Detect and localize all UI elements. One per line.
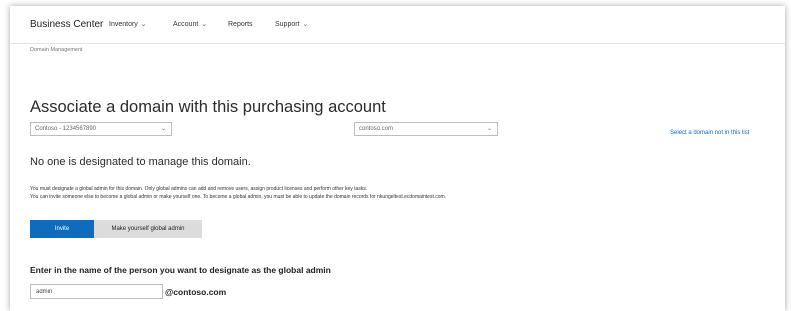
brand-title[interactable]: Business Center: [30, 19, 103, 30]
nav-support-label: Support: [275, 21, 300, 28]
domain-select-value: contoso.com: [359, 126, 394, 132]
chevron-down-icon: ⌄: [140, 21, 147, 28]
chevron-down-icon: ⌄: [201, 21, 208, 28]
domain-select[interactable]: contoso.com ⌄: [354, 122, 498, 136]
invite-button[interactable]: Invite: [30, 220, 94, 238]
nav-account-label: Account: [173, 21, 199, 28]
account-select[interactable]: Contoso - 1234567890 ⌄: [30, 122, 172, 136]
nav-account[interactable]: Account ⌄: [173, 21, 207, 28]
chevron-down-icon: ⌄: [486, 126, 492, 132]
account-select-value: Contoso - 1234567890: [35, 126, 97, 132]
nav-reports-label: Reports: [228, 21, 253, 28]
make-yourself-admin-button[interactable]: Make yourself global admin: [94, 220, 202, 238]
nav-inventory-label: Inventory: [109, 21, 138, 28]
chevron-down-icon: ⌄: [160, 126, 166, 132]
domain-suffix: @contoso.com: [165, 287, 227, 297]
admin-name-input[interactable]: [30, 284, 163, 299]
nav-reports[interactable]: Reports: [228, 21, 253, 28]
nav-inventory[interactable]: Inventory ⌄: [109, 21, 147, 28]
enter-name-label: Enter in the name of the person you want…: [30, 265, 331, 275]
select-other-domain-link[interactable]: Select a domain not in this list: [670, 130, 749, 136]
nav-support[interactable]: Support ⌄: [275, 21, 308, 28]
description-line-2: You can invite someone else to become a …: [30, 194, 447, 200]
description-line-1: You must designate a global admin for th…: [30, 186, 368, 192]
top-navigation: Business Center Inventory ⌄ Account ⌄ Re…: [10, 6, 785, 42]
status-message: No one is designated to manage this doma…: [30, 156, 251, 168]
breadcrumb[interactable]: Domain Management: [30, 47, 83, 53]
header-divider: [10, 43, 785, 44]
browser-frame: Business Center Inventory ⌄ Account ⌄ Re…: [10, 6, 785, 311]
chevron-down-icon: ⌄: [302, 21, 309, 28]
page-title: Associate a domain with this purchasing …: [30, 98, 386, 116]
